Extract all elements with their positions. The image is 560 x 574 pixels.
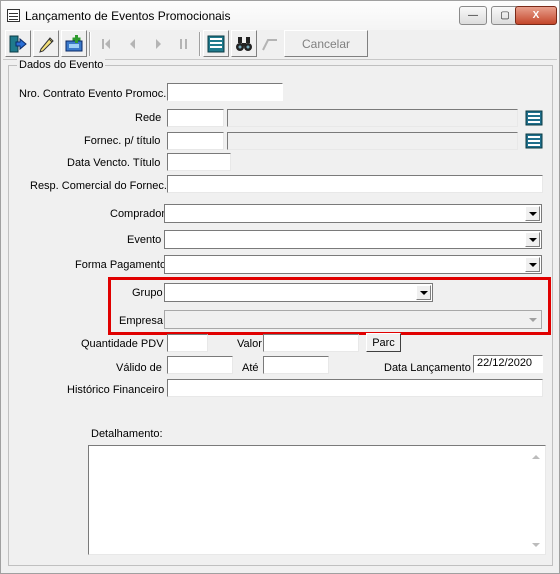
next-record-button[interactable] (145, 30, 171, 57)
valor-label: Valor (237, 338, 262, 350)
prev-record-icon (130, 38, 135, 49)
rede-code-field[interactable] (167, 109, 224, 127)
toolbar-separator (89, 32, 91, 56)
valor-field[interactable] (263, 334, 359, 352)
close-button[interactable]: X (515, 6, 557, 25)
chevron-down-icon[interactable] (525, 232, 540, 247)
ate-field[interactable] (263, 356, 329, 374)
first-record-button[interactable] (93, 30, 119, 57)
evento-select[interactable] (164, 230, 542, 249)
prev-record-button[interactable] (119, 30, 145, 57)
window-title: Lançamento de Eventos Promocionais (25, 9, 231, 23)
main-window: Lançamento de Eventos Promocionais — ▢ X (0, 0, 560, 574)
comprador-label: Comprador (110, 208, 166, 220)
qtd-pdv-label: Quantidade PDV (81, 338, 164, 350)
scroll-down-icon[interactable] (532, 543, 540, 547)
historico-label: Histórico Financeiro (67, 384, 165, 396)
scroll-up-icon[interactable] (532, 455, 540, 459)
qtd-pdv-field[interactable] (167, 334, 208, 352)
comprador-select[interactable] (164, 204, 542, 223)
edit-button[interactable] (33, 30, 59, 57)
list-view-button[interactable] (203, 30, 229, 57)
cancel-button[interactable]: Cancelar (284, 30, 368, 57)
detalhamento-label: Detalhamento: (91, 428, 163, 440)
data-lanc-label: Data Lançamento (384, 362, 471, 374)
fornec-label: Fornec. p/ título (84, 135, 161, 147)
title-bar: Lançamento de Eventos Promocionais — ▢ X (1, 1, 559, 30)
data-venc-label: Data Vencto. Título (67, 157, 161, 169)
resp-label: Resp. Comercial do Fornec. (30, 180, 167, 192)
next-record-icon (156, 38, 161, 49)
new-record-button[interactable] (61, 30, 87, 57)
minimize-button[interactable]: — (459, 6, 487, 25)
toolbar-separator (199, 32, 201, 56)
rede-lookup-button[interactable] (524, 108, 544, 128)
detalhamento-memo[interactable] (88, 445, 546, 555)
evento-label: Evento (127, 234, 162, 246)
valido-de-label: Válido de (116, 362, 162, 374)
data-lanc-field: 22/12/2020 (473, 355, 543, 373)
edit-icon (39, 36, 54, 53)
last-record-icon (180, 38, 187, 49)
data-venc-field[interactable] (167, 153, 231, 171)
forma-pag-label: Forma Pagamento (75, 259, 167, 271)
ate-label: Até (242, 362, 259, 374)
rede-name-field (227, 109, 518, 127)
historico-field[interactable] (167, 379, 543, 397)
list-lookup-icon (525, 110, 543, 126)
highlight-box (108, 277, 551, 335)
resp-field[interactable] (167, 175, 543, 193)
first-record-icon (102, 38, 110, 49)
group-title: Dados do Evento (17, 59, 106, 71)
rede-label: Rede (135, 112, 162, 124)
binoculars-icon (236, 36, 252, 51)
search-button[interactable] (231, 30, 257, 57)
contrato-field[interactable] (167, 83, 283, 101)
toolbar: Cancelar (3, 30, 557, 60)
chevron-down-icon[interactable] (525, 206, 540, 221)
parc-button[interactable]: Parc (366, 333, 401, 352)
forma-pagamento-select[interactable] (164, 255, 542, 274)
list-lookup-icon (525, 133, 543, 149)
undo-icon (262, 38, 277, 50)
last-record-button[interactable] (171, 30, 197, 57)
memo-scrollbar[interactable] (528, 447, 544, 553)
form-icon (7, 9, 20, 22)
fornec-lookup-button[interactable] (524, 131, 544, 151)
contrato-label: Nro. Contrato Evento Promoc. (19, 88, 167, 100)
undo-button[interactable] (257, 30, 283, 57)
new-record-icon (65, 34, 83, 51)
fornec-code-field[interactable] (167, 132, 224, 150)
exit-icon (9, 35, 27, 52)
valido-de-field[interactable] (167, 356, 233, 374)
list-view-icon (207, 35, 225, 52)
chevron-down-icon[interactable] (525, 257, 540, 272)
exit-button[interactable] (5, 30, 31, 57)
fornec-name-field (227, 132, 518, 150)
